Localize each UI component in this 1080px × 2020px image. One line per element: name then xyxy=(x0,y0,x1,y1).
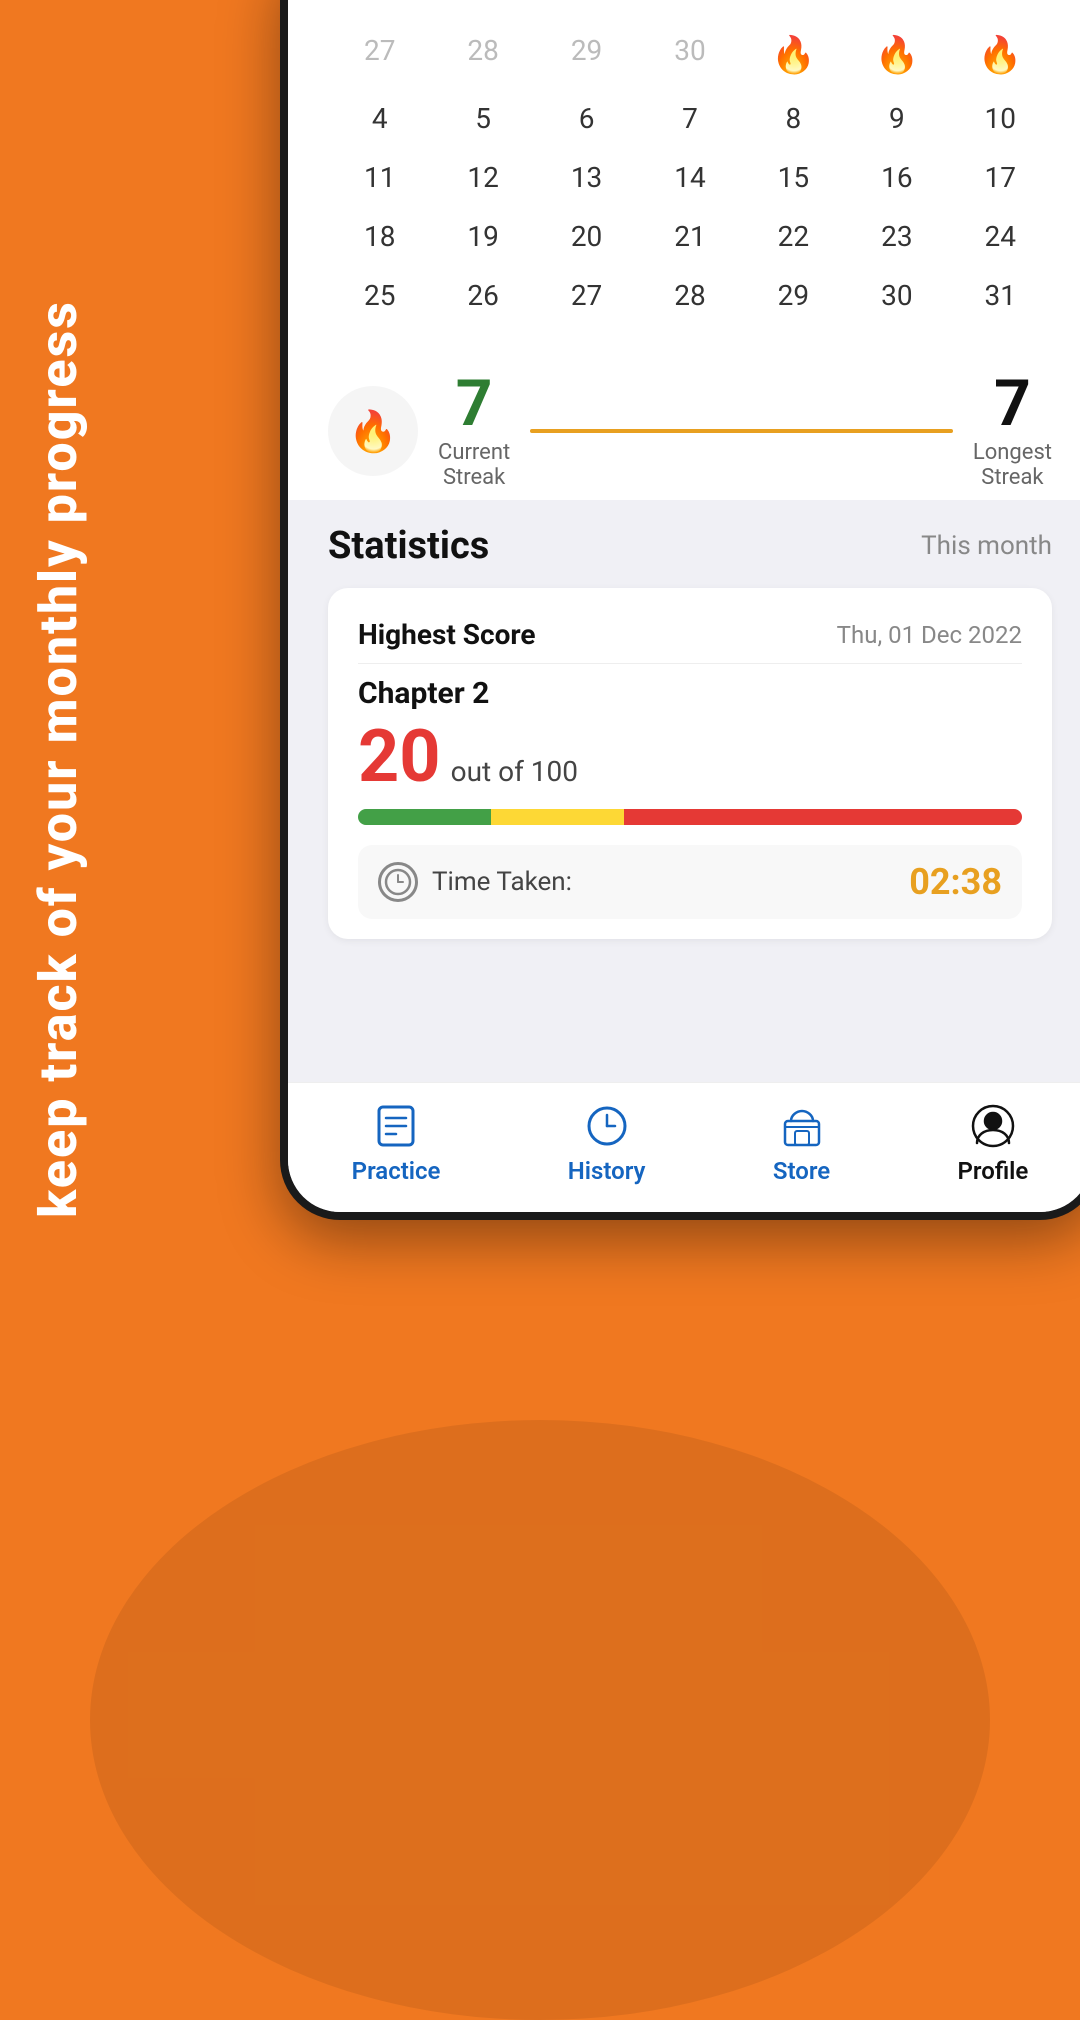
card-header-row: Highest Score Thu, 01 Dec 2022 xyxy=(358,618,1022,651)
nav-label-practice: Practice xyxy=(352,1157,441,1185)
cal-cell-0-5[interactable]: 🔥 xyxy=(845,24,948,86)
cal-cell-1-3[interactable]: 7 xyxy=(638,92,741,145)
time-value: 02:38 xyxy=(909,861,1002,903)
cal-cell-1-6[interactable]: 10 xyxy=(949,92,1052,145)
longest-streak-value: 7 xyxy=(973,372,1052,436)
cal-cell-0-4[interactable]: 🔥 xyxy=(742,24,845,86)
card-divider xyxy=(358,663,1022,664)
flame-icon: 🔥 xyxy=(348,408,398,455)
calendar-section: Sun Mon Tue Wed Thu Fri Sat 27282930🔥🔥🔥4… xyxy=(288,0,1080,352)
cal-cell-0-0[interactable]: 27 xyxy=(328,24,431,86)
cal-cell-4-0[interactable]: 25 xyxy=(328,269,431,322)
statistics-title: Statistics xyxy=(328,524,489,568)
calendar-header: Sun Mon Tue Wed Thu Fri Sat xyxy=(328,0,1052,14)
flame-circle: 🔥 xyxy=(328,386,418,476)
day-header-wed: Wed xyxy=(638,0,741,14)
cal-cell-1-2[interactable]: 6 xyxy=(535,92,638,145)
cal-cell-2-5[interactable]: 16 xyxy=(845,151,948,204)
highest-score-label: Highest Score xyxy=(358,618,536,651)
cal-cell-4-2[interactable]: 27 xyxy=(535,269,638,322)
cal-cell-4-5[interactable]: 30 xyxy=(845,269,948,322)
day-header-sun: Sun xyxy=(328,0,431,14)
phone-screen: Sun Mon Tue Wed Thu Fri Sat 27282930🔥🔥🔥4… xyxy=(288,0,1080,1212)
cal-cell-2-4[interactable]: 15 xyxy=(742,151,845,204)
cal-cell-3-5[interactable]: 23 xyxy=(845,210,948,263)
longest-streak-item: 7 LongestStreak xyxy=(973,372,1052,490)
statistics-header: Statistics This month xyxy=(328,524,1052,568)
current-streak-item: 7 CurrentStreak xyxy=(438,372,510,490)
cal-cell-0-2[interactable]: 29 xyxy=(535,24,638,86)
day-header-mon: Mon xyxy=(431,0,534,14)
cal-cell-2-0[interactable]: 11 xyxy=(328,151,431,204)
cal-cell-3-2[interactable]: 20 xyxy=(535,210,638,263)
score-date: Thu, 01 Dec 2022 xyxy=(837,621,1022,649)
streak-divider-line xyxy=(530,429,953,433)
cal-cell-1-4[interactable]: 8 xyxy=(742,92,845,145)
practice-icon xyxy=(371,1101,421,1151)
cal-cell-0-6[interactable]: 🔥 xyxy=(949,24,1052,86)
cal-cell-4-1[interactable]: 26 xyxy=(431,269,534,322)
cal-cell-3-0[interactable]: 18 xyxy=(328,210,431,263)
nav-label-profile: Profile xyxy=(958,1157,1029,1185)
nav-label-store: Store xyxy=(773,1157,830,1185)
bottom-nav: Practice History Store xyxy=(288,1082,1080,1212)
scrollable-content: Sun Mon Tue Wed Thu Fri Sat 27282930🔥🔥🔥4… xyxy=(288,0,1080,1082)
time-taken-label: Time Taken: xyxy=(432,867,572,897)
cal-cell-2-6[interactable]: 17 xyxy=(949,151,1052,204)
time-left: Time Taken: xyxy=(378,862,572,902)
progress-green xyxy=(358,809,491,825)
cal-cell-1-1[interactable]: 5 xyxy=(431,92,534,145)
cal-cell-3-4[interactable]: 22 xyxy=(742,210,845,263)
cal-cell-1-5[interactable]: 9 xyxy=(845,92,948,145)
cal-cell-0-3[interactable]: 30 xyxy=(638,24,741,86)
cal-cell-3-6[interactable]: 24 xyxy=(949,210,1052,263)
phone-frame: Sun Mon Tue Wed Thu Fri Sat 27282930🔥🔥🔥4… xyxy=(280,0,1080,1220)
streak-row: 🔥 7 CurrentStreak 7 LongestStreak xyxy=(288,352,1080,500)
statistics-section: Statistics This month Highest Score Thu,… xyxy=(288,500,1080,955)
fire-icon: 🔥 xyxy=(771,34,816,76)
day-header-tue: Tue xyxy=(535,0,638,14)
cal-cell-2-2[interactable]: 13 xyxy=(535,151,638,204)
score-out-of: out of 100 xyxy=(451,755,578,788)
nav-item-history[interactable]: History xyxy=(568,1101,646,1185)
cal-cell-4-6[interactable]: 31 xyxy=(949,269,1052,322)
cal-cell-2-1[interactable]: 12 xyxy=(431,151,534,204)
nav-label-history: History xyxy=(568,1157,646,1185)
nav-item-practice[interactable]: Practice xyxy=(352,1101,441,1185)
decorative-circle xyxy=(90,1420,990,2020)
time-row: Time Taken: 02:38 xyxy=(358,845,1022,919)
store-icon xyxy=(777,1101,827,1151)
longest-streak-label: LongestStreak xyxy=(973,440,1052,490)
cal-cell-4-3[interactable]: 28 xyxy=(638,269,741,322)
cal-cell-2-3[interactable]: 14 xyxy=(638,151,741,204)
statistics-card: Highest Score Thu, 01 Dec 2022 Chapter 2… xyxy=(328,588,1052,939)
history-icon xyxy=(582,1101,632,1151)
progress-yellow xyxy=(491,809,624,825)
progress-bar xyxy=(358,809,1022,825)
current-streak-label: CurrentStreak xyxy=(438,440,510,490)
vertical-tagline: keep track of your monthly progress xyxy=(30,300,190,1218)
chapter-label: Chapter 2 xyxy=(358,676,1022,711)
score-big: 20 xyxy=(358,721,441,793)
profile-icon xyxy=(968,1101,1018,1151)
day-header-thu: Thu xyxy=(742,0,845,14)
clock-icon xyxy=(378,862,418,902)
cal-cell-3-1[interactable]: 19 xyxy=(431,210,534,263)
day-header-sat: Sat xyxy=(949,0,1052,14)
nav-item-store[interactable]: Store xyxy=(773,1101,830,1185)
cal-cell-3-3[interactable]: 21 xyxy=(638,210,741,263)
day-header-fri: Fri xyxy=(845,0,948,14)
fire-icon: 🔥 xyxy=(978,34,1023,76)
statistics-period: This month xyxy=(921,531,1052,561)
cal-cell-4-4[interactable]: 29 xyxy=(742,269,845,322)
score-display: 20 out of 100 xyxy=(358,721,1022,793)
calendar-grid: 27282930🔥🔥🔥45678910111213141516171819202… xyxy=(328,24,1052,322)
current-streak-value: 7 xyxy=(438,372,510,436)
cal-cell-1-0[interactable]: 4 xyxy=(328,92,431,145)
cal-cell-0-1[interactable]: 28 xyxy=(431,24,534,86)
progress-red xyxy=(624,809,1022,825)
streak-divider: 7 CurrentStreak 7 LongestStreak xyxy=(438,372,1052,490)
fire-icon: 🔥 xyxy=(874,34,919,76)
nav-item-profile[interactable]: Profile xyxy=(958,1101,1029,1185)
